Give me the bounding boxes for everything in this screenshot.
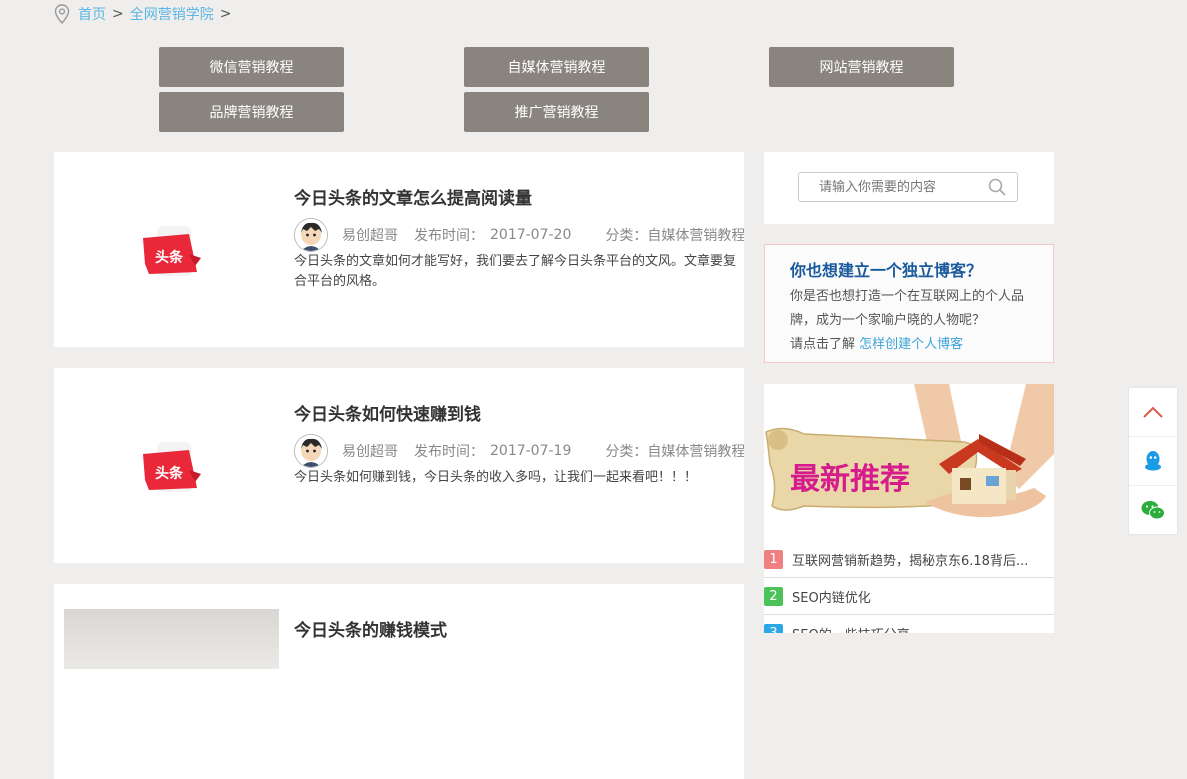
article-category[interactable]: 分类：自媒体营销教程: [605, 441, 744, 461]
recommend-item[interactable]: 3 SEO的一些技巧分享: [764, 615, 1054, 633]
recommend-item[interactable]: 1 互联网营销新趋势，揭秘京东6.18背后...: [764, 541, 1054, 578]
author-name[interactable]: 易创超哥: [342, 225, 398, 245]
article-meta: 易创超哥 发布时间： 2017-07-20 分类：自媒体营销教程: [294, 218, 744, 252]
publish-date: 2017-07-20: [490, 227, 572, 243]
qq-icon: [1145, 451, 1161, 471]
search-panel: [764, 152, 1054, 224]
banner-text: 最新推荐: [790, 462, 910, 497]
promo-description: 你是否也想打造一个在互联网上的个人品牌，成为一个家喻户晓的人物呢？: [790, 289, 1025, 328]
search-input[interactable]: [798, 172, 1018, 202]
recommend-banner: 最新推荐: [764, 384, 1054, 534]
promo-title: 你也想建立一个独立博客？: [790, 261, 983, 280]
author-name[interactable]: 易创超哥: [342, 441, 398, 461]
recommend-item-title[interactable]: SEO的一些技巧分享: [792, 624, 910, 634]
promo-link-prefix: 请点击了解: [790, 337, 856, 352]
article-summary: 今日头条如何赚到钱，今日头条的收入多吗，让我们一起来看吧！！！: [294, 470, 698, 485]
article-title[interactable]: 今日头条的赚钱模式: [294, 616, 447, 641]
thumbnail-text: 头条: [155, 465, 184, 482]
rank-badge: 2: [764, 586, 783, 606]
back-to-top-button[interactable]: [1129, 388, 1177, 437]
publish-date: 2017-07-19: [490, 443, 572, 459]
article-meta: 易创超哥 发布时间： 2017-07-19 分类：自媒体营销教程: [294, 434, 744, 468]
breadcrumb-separator: >: [219, 6, 232, 22]
date-label: 发布时间：: [414, 228, 484, 244]
search-icon[interactable]: [988, 178, 1006, 196]
blog-promo-panel: 你也想建立一个独立博客？ 你是否也想打造一个在互联网上的个人品牌，成为一个家喻户…: [764, 244, 1054, 363]
breadcrumb: 首页 > 全网营销学院 >: [54, 3, 237, 25]
article-thumbnail[interactable]: [64, 609, 279, 669]
article-card[interactable]: 头条 今日头条的文章怎么提高阅读量 易创超哥 发布时间： 2017-07-20 …: [54, 152, 744, 347]
location-pin-icon: [54, 4, 70, 24]
category-button-brand[interactable]: 品牌营销教程: [159, 92, 344, 132]
author-avatar: [294, 218, 328, 252]
article-summary: 今日头条的文章如何才能写好，我们要去了解今日头条平台的文风。文章要复合平台的风格…: [294, 254, 737, 289]
article-title[interactable]: 今日头条如何快速赚到钱: [294, 400, 481, 425]
wechat-icon: [1141, 501, 1165, 520]
recommend-list: 1 互联网营销新趋势，揭秘京东6.18背后... 2 SEO内链优化 3 SEO…: [764, 541, 1054, 633]
article-thumbnail[interactable]: 头条: [139, 440, 209, 500]
recommend-item-title[interactable]: SEO内链优化: [792, 587, 871, 606]
category-button-promotion[interactable]: 推广营销教程: [464, 92, 649, 132]
category-button-self-media[interactable]: 自媒体营销教程: [464, 47, 649, 87]
category-button-wechat[interactable]: 微信营销教程: [159, 47, 344, 87]
rank-badge: 3: [764, 623, 783, 633]
rank-badge: 1: [764, 549, 783, 569]
chevron-up-icon: [1143, 406, 1163, 418]
qq-button[interactable]: [1129, 437, 1177, 486]
author-avatar: [294, 434, 328, 468]
thumbnail-text: 头条: [155, 249, 184, 266]
wechat-button[interactable]: [1129, 486, 1177, 534]
article-title[interactable]: 今日头条的文章怎么提高阅读量: [294, 184, 532, 209]
breadcrumb-home-link[interactable]: 首页: [78, 4, 106, 24]
article-card[interactable]: 头条 今日头条如何快速赚到钱 易创超哥 发布时间： 2017-07-19 分类：…: [54, 368, 744, 563]
date-label: 发布时间：: [414, 444, 484, 460]
breadcrumb-separator: >: [112, 6, 124, 22]
promo-text: 你是否也想打造一个在互联网上的个人品牌，成为一个家喻户晓的人物呢？ 请点击了解 …: [790, 285, 1045, 357]
recommend-item[interactable]: 2 SEO内链优化: [764, 578, 1054, 615]
recommend-item-title[interactable]: 互联网营销新趋势，揭秘京东6.18背后...: [792, 550, 1028, 569]
article-card[interactable]: 今日头条的赚钱模式: [54, 584, 744, 779]
article-category[interactable]: 分类：自媒体营销教程: [605, 225, 744, 245]
breadcrumb-section-link[interactable]: 全网营销学院: [130, 4, 214, 24]
article-thumbnail[interactable]: 头条: [139, 224, 209, 284]
promo-link[interactable]: 怎样创建个人博客: [859, 337, 963, 352]
category-button-website[interactable]: 网站营销教程: [769, 47, 954, 87]
floating-toolbar: [1129, 388, 1177, 534]
recommend-panel: 最新推荐 1 互联网营销新趋势，揭秘京东6.18背后... 2 SEO内链优化 …: [764, 384, 1054, 633]
